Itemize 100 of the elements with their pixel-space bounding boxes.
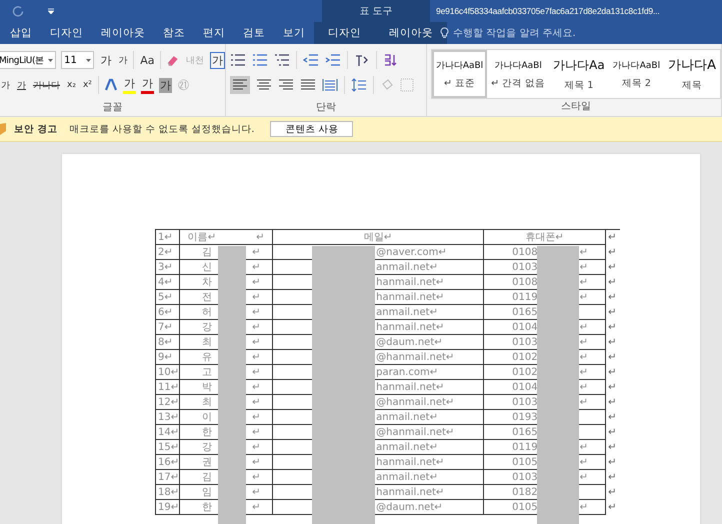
table-cell: anmail.net↵ (376, 412, 438, 422)
table-cell: anmail.net↵ (376, 472, 438, 482)
table-cell: 차 (202, 276, 212, 288)
subscript-button[interactable]: x₂ (66, 80, 77, 90)
ribbon-tab[interactable]: 보기 (274, 22, 314, 44)
ribbon-tab[interactable]: 디자인 (314, 22, 375, 44)
align-left-icon[interactable] (230, 76, 250, 94)
table-cell: anmail.net↵ (376, 306, 438, 318)
paragraph-mark: ↵ (580, 382, 588, 392)
group-label: 단락 (316, 101, 336, 114)
end-of-row-mark: ↵ (608, 382, 616, 392)
table-cell: 권 (202, 456, 212, 468)
align-right-icon[interactable] (278, 78, 294, 92)
bullet-list-icon[interactable] (230, 53, 246, 67)
ribbon-tab[interactable]: 참조 (154, 22, 194, 44)
table-cell: 0108 (512, 276, 538, 288)
paragraph-mark: ↵ (580, 336, 588, 348)
table-cell: 0105 (512, 456, 538, 468)
multilevel-list-icon[interactable] (274, 53, 290, 67)
table-cell: 0108 (512, 246, 538, 258)
paragraph-mark: ↵ (252, 486, 260, 498)
table-cell: 최 (202, 396, 212, 408)
numbered-list-icon[interactable] (252, 53, 268, 67)
customize-toolbar-icon[interactable] (48, 8, 54, 14)
end-of-row-mark: ↵ (608, 336, 616, 348)
change-case-button[interactable]: Aa (139, 54, 156, 66)
paragraph-mark: ↵ (252, 472, 260, 482)
end-of-row-mark: ↵ (608, 442, 616, 452)
table-cell: 0119 (512, 292, 538, 302)
shield-icon (0, 123, 8, 135)
table-cell: 이 (202, 412, 212, 422)
shrink-font-button[interactable]: 가 (117, 54, 128, 66)
warning-message: 매크로를 사용할 수 없도록 설정했습니다. (69, 122, 254, 136)
style-option[interactable]: 가나다AaBl ↵ 표준 (432, 50, 488, 98)
table-cell-text: 14↵ (157, 426, 179, 438)
grow-font-button[interactable]: 가 (99, 52, 112, 68)
table-cell: hanmail.net↵ (376, 276, 444, 288)
end-of-row-mark: ↵ (608, 232, 616, 243)
eraser-icon[interactable] (166, 53, 180, 67)
paragraph-mark: ↵ (580, 322, 588, 332)
paragraph-mark: ↵ (252, 352, 260, 362)
table-cell: hanmail.net↵ (376, 456, 444, 468)
end-of-row-mark: ↵ (608, 456, 616, 468)
table-cell: 0182 (512, 486, 538, 498)
text-effects-icon[interactable] (104, 78, 118, 92)
superscript-button[interactable]: x² (82, 80, 93, 90)
redo-icon[interactable] (12, 5, 24, 17)
increase-indent-icon[interactable] (325, 53, 341, 67)
table-cell-text: 3↵ (157, 260, 173, 274)
underline-button[interactable]: 가 (16, 78, 27, 92)
end-of-row-mark: ↵ (608, 322, 616, 332)
paragraph-mark: ↵ (252, 382, 260, 392)
table-cell: @daum.net↵ (376, 502, 443, 512)
font-size-field[interactable]: 11 (61, 51, 94, 69)
paragraph-mark: ↵ (580, 456, 588, 468)
justify-icon[interactable] (300, 78, 316, 92)
font-color-button[interactable]: 가 (140, 76, 154, 94)
table-cell-text: 12↵ (157, 396, 179, 408)
ribbon-tab[interactable]: 레이아웃 (375, 22, 447, 44)
table-cell: 최 (202, 336, 212, 348)
paragraph-mark: ↵ (252, 396, 260, 408)
paragraph-mark: ↵ (252, 442, 260, 452)
paragraph-mark: ↵ (252, 366, 260, 378)
table-cell: hanmail.net↵ (376, 486, 444, 498)
paragraph-mark: ↵ (580, 366, 588, 378)
ribbon-tab[interactable]: 편지 (194, 22, 234, 44)
ribbon-tab[interactable]: 검토 (234, 22, 274, 44)
table-cell-text: 8↵ (157, 336, 173, 348)
table-cell-text: 11↵ (157, 380, 179, 394)
ribbon-tab[interactable]: 디자인 (41, 22, 92, 44)
paragraph-mark: ↵ (580, 396, 588, 408)
sort-icon[interactable] (383, 53, 397, 67)
end-of-row-mark: ↵ (608, 306, 616, 318)
italic-button[interactable]: 가 (0, 78, 11, 92)
table-cell: 임 (202, 486, 212, 498)
warning-title: 보안 경고 (14, 122, 58, 136)
highlight-button[interactable]: 가 (122, 76, 136, 94)
paragraph-mark: ↵ (580, 262, 588, 272)
table-cell: 전 (202, 292, 212, 302)
align-center-icon[interactable] (256, 78, 272, 92)
text-direction-icon[interactable] (354, 53, 370, 67)
table-cell: hanmail.net↵ (376, 322, 444, 332)
paragraph-mark: ↵ (580, 502, 588, 512)
shading-button[interactable]: 가 (158, 78, 172, 92)
table-cell: 0104 (512, 382, 538, 392)
end-of-row-mark: ↵ (608, 276, 616, 288)
distributed-icon[interactable] (322, 78, 338, 92)
ribbon-tab[interactable]: 레이아웃 (92, 22, 154, 44)
character-border-button[interactable]: 가 (210, 52, 225, 68)
line-spacing-icon[interactable] (351, 78, 367, 92)
strikethrough-button[interactable]: 가나다 (32, 78, 61, 92)
table-cell: anmail.net↵ (376, 262, 438, 272)
decrease-indent-icon[interactable] (303, 53, 319, 67)
table-cell-text: 13↵ (157, 410, 179, 424)
ribbon-tab[interactable]: 삽입 (0, 22, 41, 44)
enable-content-button[interactable]: 콘텐츠 사용 (270, 121, 354, 137)
table-cell: 한 (202, 426, 212, 438)
paragraph-mark: ↵ (252, 306, 260, 318)
end-of-row-mark: ↵ (608, 246, 616, 258)
font-name-field[interactable]: MingLiU(본 (0, 51, 56, 69)
